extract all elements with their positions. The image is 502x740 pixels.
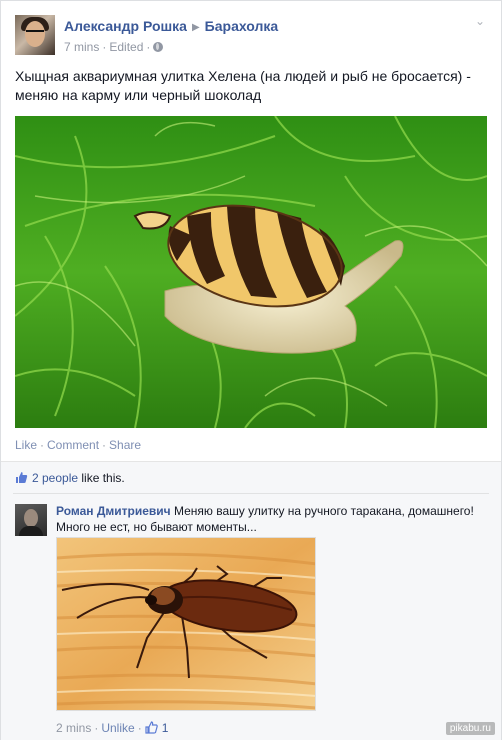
thumbs-up-icon [145,721,158,737]
comment-body: Роман Дмитриевич Меняю вашу улитку на ру… [56,503,481,535]
post-actions: Like · Comment · Share [15,438,142,452]
author-name-link[interactable]: Александр Рошка [64,18,187,34]
author-avatar[interactable] [15,15,55,55]
post-title: Александр Рошка ▶ Барахолка [64,18,278,34]
feedback-section: 2 people like this. Роман Дмитриевич Мен… [1,461,501,740]
globe-icon[interactable] [153,42,164,52]
commenter-avatar[interactable] [15,504,47,536]
comment-author-link[interactable]: Роман Дмитриевич [56,504,171,518]
comment-footer: 2 mins · Unlike · 1 [56,721,169,737]
comment-photo-cockroach[interactable] [56,537,316,711]
unlike-link[interactable]: Unlike [101,721,134,735]
thumbs-up-icon [15,471,28,487]
watermark: pikabu.ru [445,722,495,735]
post-meta: 7 mins · Edited · [64,40,164,54]
facebook-post: Александр Рошка ▶ Барахолка 7 mins · Edited ·… [0,0,502,740]
chevron-down-icon[interactable]: ⌄ [475,14,485,28]
group-name-link[interactable]: Барахолка [205,18,279,34]
like-link[interactable]: Like [15,438,37,452]
comment-timestamp[interactable]: 2 mins [56,721,91,735]
post-timestamp[interactable]: 7 mins [64,40,99,54]
comment-link[interactable]: Comment [47,438,99,452]
likes-count-link[interactable]: 2 people [32,471,78,485]
post-header: Александр Рошка ▶ Барахолка 7 mins · Edited ·… [15,14,487,57]
triangle-right-icon: ▶ [191,22,200,33]
likes-summary: 2 people like this. [15,471,125,487]
likes-suffix: like this. [78,471,125,485]
comment-like-count[interactable]: 1 [162,721,169,735]
share-link[interactable]: Share [109,438,141,452]
divider [13,493,489,494]
post-photo-snail[interactable] [15,116,487,428]
edited-label[interactable]: Edited [109,40,143,54]
post-text: Хыщная аквариумная улитка Хелена (на люд… [15,68,471,103]
